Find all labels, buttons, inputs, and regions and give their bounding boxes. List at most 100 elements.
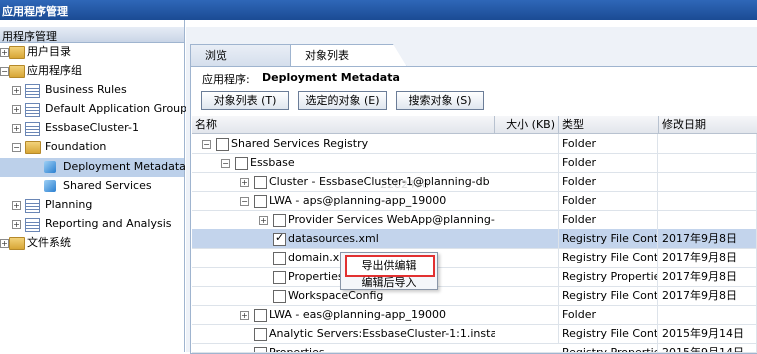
application-name: Deployment Metadata — [262, 71, 400, 84]
column-header-type[interactable]: 类型 — [559, 116, 659, 134]
cube-icon — [44, 161, 56, 173]
checkbox[interactable] — [254, 347, 267, 352]
checkbox[interactable] — [273, 252, 286, 265]
row-name: LWA - eas@planning-app_19000 — [269, 308, 447, 321]
row-size — [495, 191, 559, 210]
collapse-icon[interactable]: − — [0, 67, 9, 76]
column-header-size[interactable]: 大小 (KB) — [495, 116, 559, 134]
row-date — [659, 305, 757, 324]
grid-icon — [25, 218, 40, 232]
column-label: 修改日期 — [662, 118, 706, 131]
row-type: Registry File Conter — [559, 324, 658, 343]
expand-icon[interactable]: + — [240, 311, 249, 320]
expand-icon[interactable]: + — [0, 48, 9, 57]
expand-icon[interactable]: + — [259, 216, 268, 225]
import-after-edit-menu-item[interactable]: 编辑后导入 — [341, 274, 437, 290]
checkbox[interactable] — [254, 176, 267, 189]
row-name: Provider Services WebApp@planning-app_ — [288, 213, 495, 226]
table-row[interactable]: Analytic Servers:EssbaseCluster-1:1.inst… — [192, 324, 757, 344]
tree-label: Default Application Group — [45, 102, 188, 115]
row-date — [659, 153, 757, 172]
collapse-icon[interactable]: − — [12, 143, 21, 152]
column-header-name[interactable]: 名称 — [192, 116, 495, 134]
checkbox[interactable] — [273, 271, 286, 284]
expand-icon[interactable]: + — [240, 178, 249, 187]
context-menu: 导出供编辑 编辑后导入 — [340, 252, 438, 290]
tree-label: Reporting and Analysis — [45, 217, 172, 230]
collapse-icon[interactable]: − — [221, 159, 230, 168]
expand-icon[interactable]: + — [12, 220, 21, 229]
title-bar: 应用程序管理 — [0, 0, 757, 20]
tree-label: Foundation — [45, 140, 107, 153]
tree-label: Planning — [45, 198, 93, 211]
collapse-icon[interactable]: − — [202, 140, 211, 149]
checkbox[interactable] — [254, 195, 267, 208]
grid-icon — [25, 122, 40, 136]
row-size — [495, 229, 559, 248]
expand-icon[interactable]: + — [12, 201, 21, 210]
table-row[interactable]: − Shared Services Registry Folder — [192, 134, 757, 154]
checkbox[interactable] — [273, 290, 286, 303]
column-label: 大小 (KB) — [506, 118, 555, 131]
tab-label: 浏览 — [205, 49, 227, 62]
row-type: Folder — [559, 191, 658, 210]
tree-label: EssbaseCluster-1 — [45, 121, 139, 134]
tree-label: Deployment Metadata — [63, 160, 186, 173]
table-row[interactable]: − LWA - aps@planning-app_19000 Folder — [192, 191, 757, 211]
table-row[interactable]: Properties Registry Properties 2017年9月8日 — [192, 267, 757, 287]
row-name: Shared Services Registry — [231, 137, 369, 150]
table-row-selected[interactable]: datasources.xml Registry File Conter 201… — [192, 229, 757, 249]
checkbox[interactable] — [235, 157, 248, 170]
row-type: Folder — [559, 305, 658, 324]
row-name: datasources.xml — [288, 232, 379, 245]
tree-label: 用户目录 — [27, 45, 71, 58]
row-type: Folder — [559, 153, 658, 172]
folder-icon — [9, 237, 25, 250]
row-date: 2017年9月8日 — [659, 267, 757, 286]
table-row[interactable]: domain.xml Registry File Conter 2017年9月8… — [192, 248, 757, 268]
row-type: Registry File Conter — [559, 229, 658, 248]
table-row[interactable]: + Provider Services WebApp@planning-app_… — [192, 210, 757, 230]
cube-icon — [44, 180, 56, 192]
checkbox[interactable] — [273, 214, 286, 227]
selected-objects-button[interactable]: 选定的对象 (E) — [298, 91, 387, 110]
grid-icon — [25, 199, 40, 213]
column-header-date[interactable]: 修改日期 — [659, 116, 757, 134]
row-name: Cluster - EssbaseCluster-1@planning-db — [269, 175, 490, 188]
table-row[interactable]: − Essbase Folder — [192, 153, 757, 173]
column-label: 名称 — [195, 118, 217, 131]
row-date — [659, 172, 757, 191]
row-size — [495, 153, 559, 172]
row-type: Folder — [559, 172, 658, 191]
tab-browse[interactable]: 浏览 — [190, 44, 292, 68]
row-date: 2015年9月14日 — [659, 324, 757, 343]
checkbox[interactable] — [216, 138, 229, 151]
table-row[interactable]: + Cluster - EssbaseCluster-1@planning-db… — [192, 172, 757, 192]
tree-label: Shared Services — [63, 179, 152, 192]
tab-label: 对象列表 — [305, 49, 349, 62]
search-objects-button[interactable]: 搜索对象 (S) — [396, 91, 484, 110]
grid-icon — [25, 84, 40, 98]
checkbox[interactable] — [254, 328, 267, 341]
row-size — [495, 248, 559, 267]
export-for-edit-menu-item[interactable]: 导出供编辑 — [341, 257, 437, 273]
table-row[interactable]: WorkspaceConfig Registry File Conter 201… — [192, 286, 757, 306]
row-name: LWA - aps@planning-app_19000 — [269, 194, 447, 207]
row-date — [659, 134, 757, 153]
checkbox[interactable] — [254, 309, 267, 322]
tab-object-list[interactable]: 对象列表 — [290, 44, 407, 67]
row-type: Registry File Conter — [559, 248, 658, 267]
expand-icon[interactable]: + — [12, 124, 21, 133]
column-label: 类型 — [562, 118, 584, 131]
object-list-button[interactable]: 对象列表 (T) — [201, 91, 289, 110]
expand-icon[interactable]: + — [12, 105, 21, 114]
row-name: Essbase — [250, 156, 295, 169]
table-row[interactable]: + LWA - eas@planning-app_19000 Folder — [192, 305, 757, 325]
row-name: Analytic Servers:EssbaseCluster-1:1.inst… — [269, 327, 495, 340]
left-panel-title: 用程序管理 — [2, 30, 57, 43]
application-label: 应用程序: — [202, 73, 250, 86]
expand-icon[interactable]: + — [0, 239, 9, 248]
checkbox-checked[interactable] — [273, 231, 286, 246]
collapse-icon[interactable]: − — [240, 197, 249, 206]
expand-icon[interactable]: + — [12, 86, 21, 95]
